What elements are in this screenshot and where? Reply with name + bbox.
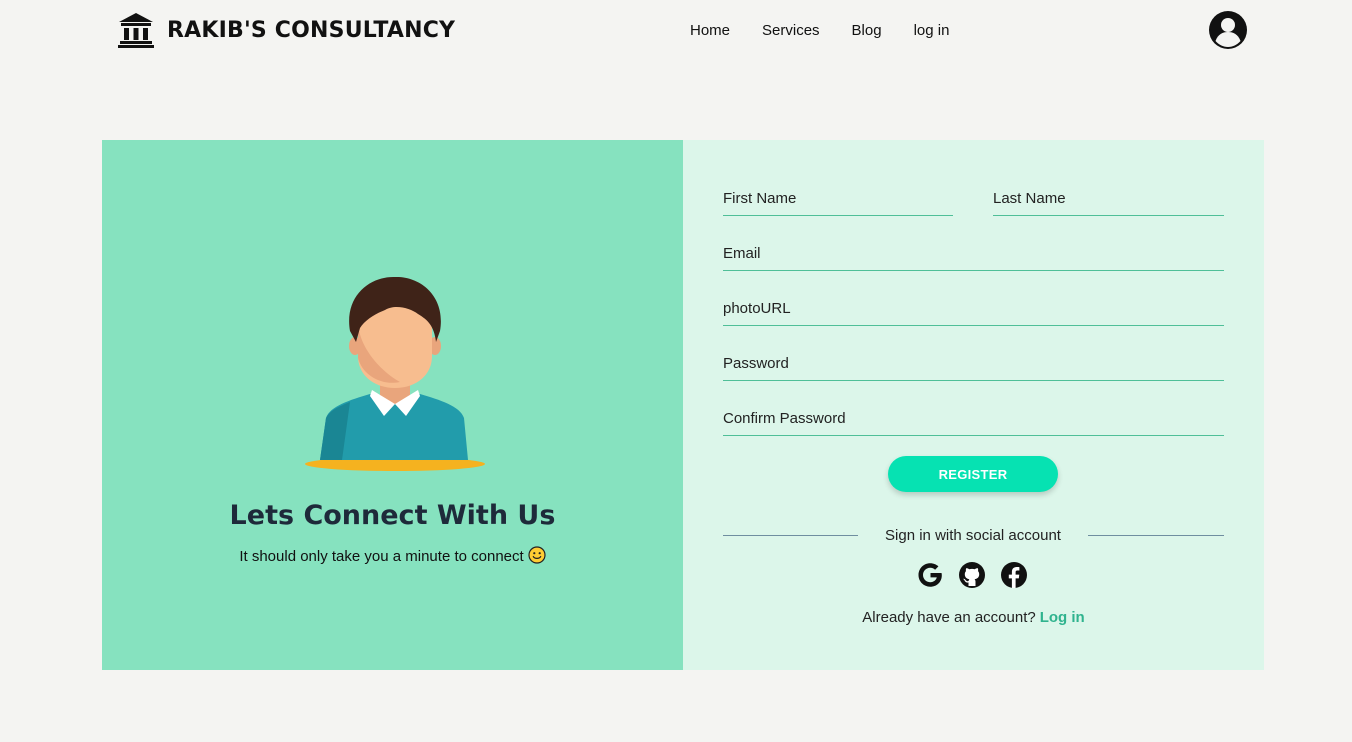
user-circle-icon[interactable] <box>1208 10 1248 50</box>
social-icons <box>915 560 1041 590</box>
nav-blog[interactable]: Blog <box>852 22 882 39</box>
first-name-label: First Name <box>723 190 797 207</box>
nav-services[interactable]: Services <box>762 22 820 39</box>
site-header: RAKIB'S CONSULTANCY Home Services Blog l… <box>0 0 1352 62</box>
welcome-subtitle: It should only take you a minute to conn… <box>239 548 524 565</box>
brand[interactable]: RAKIB'S CONSULTANCY <box>117 12 455 48</box>
last-name-label: Last Name <box>993 190 1066 207</box>
photo-url-label: photoURL <box>723 300 791 317</box>
password-label: Password <box>723 355 789 372</box>
facebook-icon[interactable] <box>999 560 1029 590</box>
divider-left <box>723 535 858 536</box>
last-name-field[interactable]: Last Name <box>993 180 1224 216</box>
main-nav: Home Services Blog log in <box>690 22 981 39</box>
login-link[interactable]: Log in <box>1040 609 1085 626</box>
have-account-row: Already have an account? Log in <box>683 609 1264 626</box>
welcome-subtitle-row: It should only take you a minute to conn… <box>102 546 683 565</box>
register-form-panel: First Name Last Name Email photoURL Pass… <box>683 140 1264 670</box>
email-label: Email <box>723 245 761 262</box>
photo-url-field[interactable]: photoURL <box>723 290 1224 326</box>
confirm-password-label: Confirm Password <box>723 410 846 427</box>
social-signin-text: Sign in with social account <box>885 527 1061 544</box>
nav-home[interactable]: Home <box>690 22 730 39</box>
nav-login[interactable]: log in <box>914 22 950 39</box>
have-account-text: Already have an account? <box>862 609 1036 626</box>
register-button[interactable]: REGISTER <box>888 456 1058 492</box>
bank-icon <box>118 13 154 48</box>
welcome-title: Lets Connect With Us <box>229 500 556 531</box>
brand-name: RAKIB'S CONSULTANCY <box>167 17 456 43</box>
google-icon[interactable] <box>915 560 945 590</box>
welcome-panel: Lets Connect With Us It should only take… <box>102 140 683 670</box>
password-field[interactable]: Password <box>723 345 1224 381</box>
smiling-face-icon <box>528 546 546 564</box>
first-name-field[interactable]: First Name <box>723 180 953 216</box>
register-card: Lets Connect With Us It should only take… <box>102 140 1264 670</box>
person-illustration <box>305 276 485 471</box>
github-icon[interactable] <box>957 560 987 590</box>
email-field[interactable]: Email <box>723 235 1224 271</box>
divider-right <box>1088 535 1224 536</box>
confirm-password-field[interactable]: Confirm Password <box>723 400 1224 436</box>
